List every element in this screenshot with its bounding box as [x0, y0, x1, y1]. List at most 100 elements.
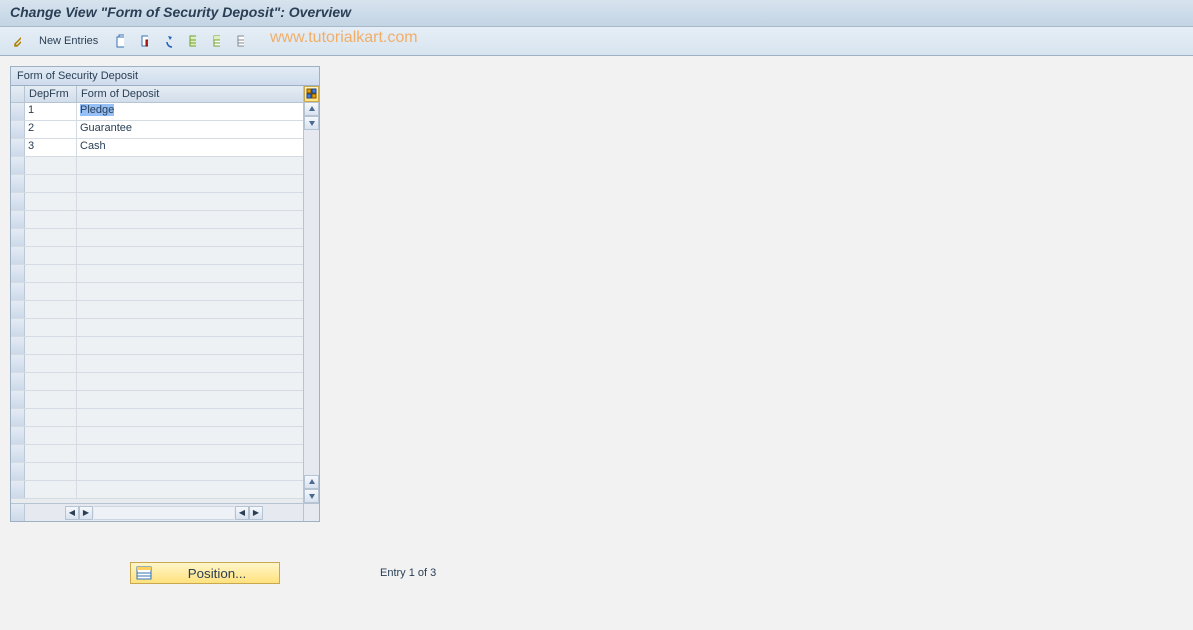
row-selector[interactable]: [11, 121, 25, 138]
scroll-down-bottom-icon[interactable]: [304, 489, 319, 503]
cell-form: [77, 157, 303, 174]
table-row: [11, 445, 303, 463]
row-selector: [11, 265, 25, 282]
select-all-icon[interactable]: [181, 31, 203, 51]
row-selector: [11, 157, 25, 174]
row-selector[interactable]: [11, 103, 25, 120]
cell-depfrm: [25, 427, 77, 444]
row-selector: [11, 319, 25, 336]
table-row: [11, 355, 303, 373]
cell-depfrm: [25, 211, 77, 228]
table-row[interactable]: 3Cash: [11, 139, 303, 157]
row-selector: [11, 463, 25, 480]
hscroll-right-icon[interactable]: ▶: [79, 506, 93, 520]
cell-depfrm: [25, 247, 77, 264]
toolbar: New Entries www.tutorialkart.com: [0, 27, 1193, 56]
cell-form: [77, 337, 303, 354]
toggle-display-change-icon[interactable]: [6, 31, 28, 51]
copy-as-icon[interactable]: [109, 31, 131, 51]
cell-form: [77, 319, 303, 336]
position-button[interactable]: Position...: [130, 562, 280, 584]
row-selector: [11, 247, 25, 264]
cell-depfrm: [25, 391, 77, 408]
deselect-all-icon[interactable]: [229, 31, 251, 51]
cell-depfrm: [25, 409, 77, 426]
cell-depfrm: [25, 481, 77, 498]
select-block-icon[interactable]: [205, 31, 227, 51]
table-row: [11, 319, 303, 337]
table-row: [11, 301, 303, 319]
table-row: [11, 481, 303, 499]
table-row: [11, 247, 303, 265]
column-header-depfrm[interactable]: DepFrm: [25, 86, 77, 102]
cell-depfrm: [25, 193, 77, 210]
table-row: [11, 391, 303, 409]
scroll-down-icon[interactable]: [304, 116, 319, 130]
cell-form: [77, 247, 303, 264]
position-button-label: Position...: [159, 566, 275, 581]
table-row: [11, 427, 303, 445]
cell-depfrm: [25, 463, 77, 480]
position-icon: [135, 565, 153, 581]
page-title: Change View "Form of Security Deposit": …: [10, 4, 1183, 20]
new-entries-button[interactable]: New Entries: [30, 32, 107, 50]
cell-form: [77, 229, 303, 246]
scroll-up-icon[interactable]: [304, 102, 319, 116]
scroll-track[interactable]: [304, 130, 319, 475]
cell-form[interactable]: Guarantee: [77, 121, 303, 138]
cell-depfrm[interactable]: 1: [25, 103, 77, 120]
table-row: [11, 283, 303, 301]
cell-depfrm[interactable]: 2: [25, 121, 77, 138]
cell-depfrm: [25, 229, 77, 246]
hscroll-track[interactable]: [94, 506, 234, 520]
cell-form: [77, 481, 303, 498]
panel-title: Form of Security Deposit: [11, 67, 319, 86]
row-selector: [11, 355, 25, 372]
cell-form: [77, 409, 303, 426]
cell-form: [77, 373, 303, 390]
undo-change-icon[interactable]: [157, 31, 179, 51]
table-row: [11, 337, 303, 355]
entry-status: Entry 1 of 3: [380, 567, 436, 579]
cell-depfrm: [25, 301, 77, 318]
row-selector: [11, 481, 25, 498]
column-header-form[interactable]: Form of Deposit: [77, 86, 303, 102]
cell-form: [77, 427, 303, 444]
row-selector[interactable]: [11, 139, 25, 156]
horizontal-scrollbar: ◀ ▶ ◀ ▶: [11, 503, 319, 521]
cell-form[interactable]: Pledge: [77, 103, 303, 120]
cell-form: [77, 391, 303, 408]
table-row[interactable]: 2Guarantee: [11, 121, 303, 139]
table-row: [11, 175, 303, 193]
row-selector: [11, 193, 25, 210]
row-selector: [11, 337, 25, 354]
row-selector: [11, 229, 25, 246]
cell-depfrm: [25, 319, 77, 336]
title-bar: Change View "Form of Security Deposit": …: [0, 0, 1193, 27]
cell-form[interactable]: Cash: [77, 139, 303, 156]
cell-form: [77, 355, 303, 372]
scroll-up-bottom-icon[interactable]: [304, 475, 319, 489]
cell-form: [77, 463, 303, 480]
row-selector: [11, 211, 25, 228]
table-row: [11, 157, 303, 175]
table-row: [11, 229, 303, 247]
table-settings-icon[interactable]: [304, 86, 319, 102]
cell-depfrm: [25, 337, 77, 354]
hscroll-left-icon[interactable]: ◀: [65, 506, 79, 520]
cell-form: [77, 283, 303, 300]
row-selector: [11, 409, 25, 426]
table-header: DepFrm Form of Deposit: [11, 86, 303, 103]
table-row: [11, 463, 303, 481]
hscroll-left2-icon[interactable]: ◀: [235, 506, 249, 520]
row-selector: [11, 373, 25, 390]
table-row[interactable]: 1Pledge: [11, 103, 303, 121]
delete-icon[interactable]: [133, 31, 155, 51]
table-row: [11, 193, 303, 211]
footer: Position... Entry 1 of 3: [10, 562, 1183, 584]
table-row: [11, 211, 303, 229]
cell-depfrm[interactable]: 3: [25, 139, 77, 156]
cell-depfrm: [25, 283, 77, 300]
cell-form: [77, 193, 303, 210]
hscroll-right2-icon[interactable]: ▶: [249, 506, 263, 520]
